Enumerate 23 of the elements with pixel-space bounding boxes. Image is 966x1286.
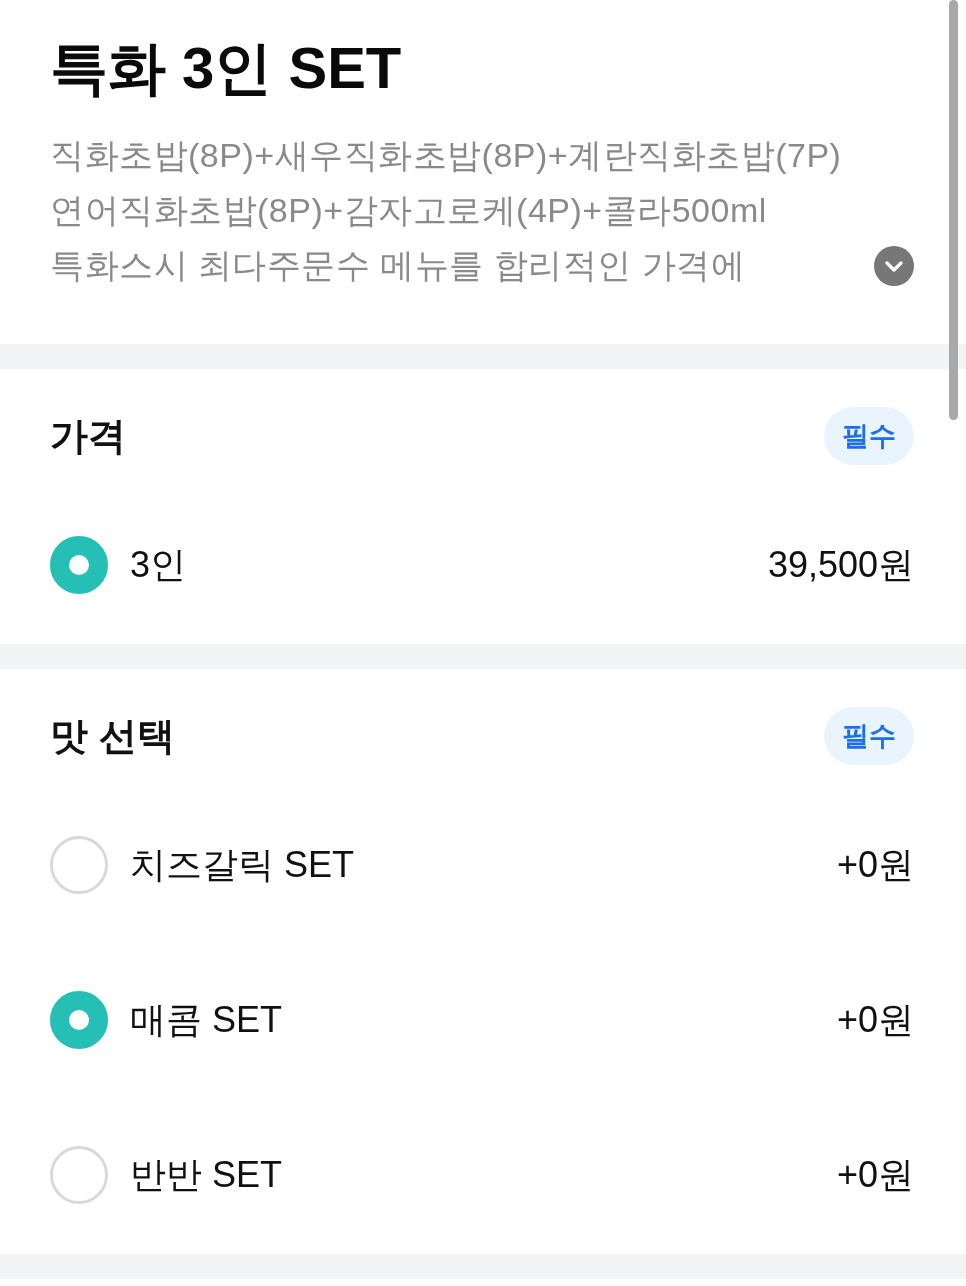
option-label: 3인 — [130, 543, 187, 587]
option-price: +0원 — [836, 843, 914, 887]
radio-button[interactable] — [50, 836, 108, 894]
section-title: 가격 — [50, 414, 126, 459]
scrollbar-thumb[interactable] — [949, 0, 958, 420]
option-label: 매콤 SET — [130, 998, 282, 1042]
product-title: 특화 3인 SET — [50, 34, 403, 102]
description-line: 연어직화초밥(8P)+감자고로케(4P)+콜라500ml — [50, 190, 767, 231]
option-price: +0원 — [836, 998, 914, 1042]
description-line: 특화스시 최다주문수 메뉴를 합리적인 가격에 — [50, 245, 746, 286]
radio-button[interactable] — [50, 991, 108, 1049]
chevron-down-icon — [885, 260, 903, 272]
required-badge: 필수 — [824, 407, 914, 465]
option-price: 39,500원 — [767, 543, 914, 587]
section-title: 맛 선택 — [50, 714, 175, 759]
radio-button[interactable] — [50, 536, 108, 594]
option-price: +0원 — [836, 1153, 914, 1197]
option-label: 반반 SET — [130, 1153, 282, 1197]
radio-button[interactable] — [50, 1146, 108, 1204]
required-badge: 필수 — [824, 707, 914, 765]
description-line: 직화초밥(8P)+새우직화초밥(8P)+계란직화초밥(7P) — [50, 135, 842, 176]
option-label: 치즈갈릭 SET — [130, 843, 354, 887]
expand-button[interactable] — [874, 246, 914, 286]
